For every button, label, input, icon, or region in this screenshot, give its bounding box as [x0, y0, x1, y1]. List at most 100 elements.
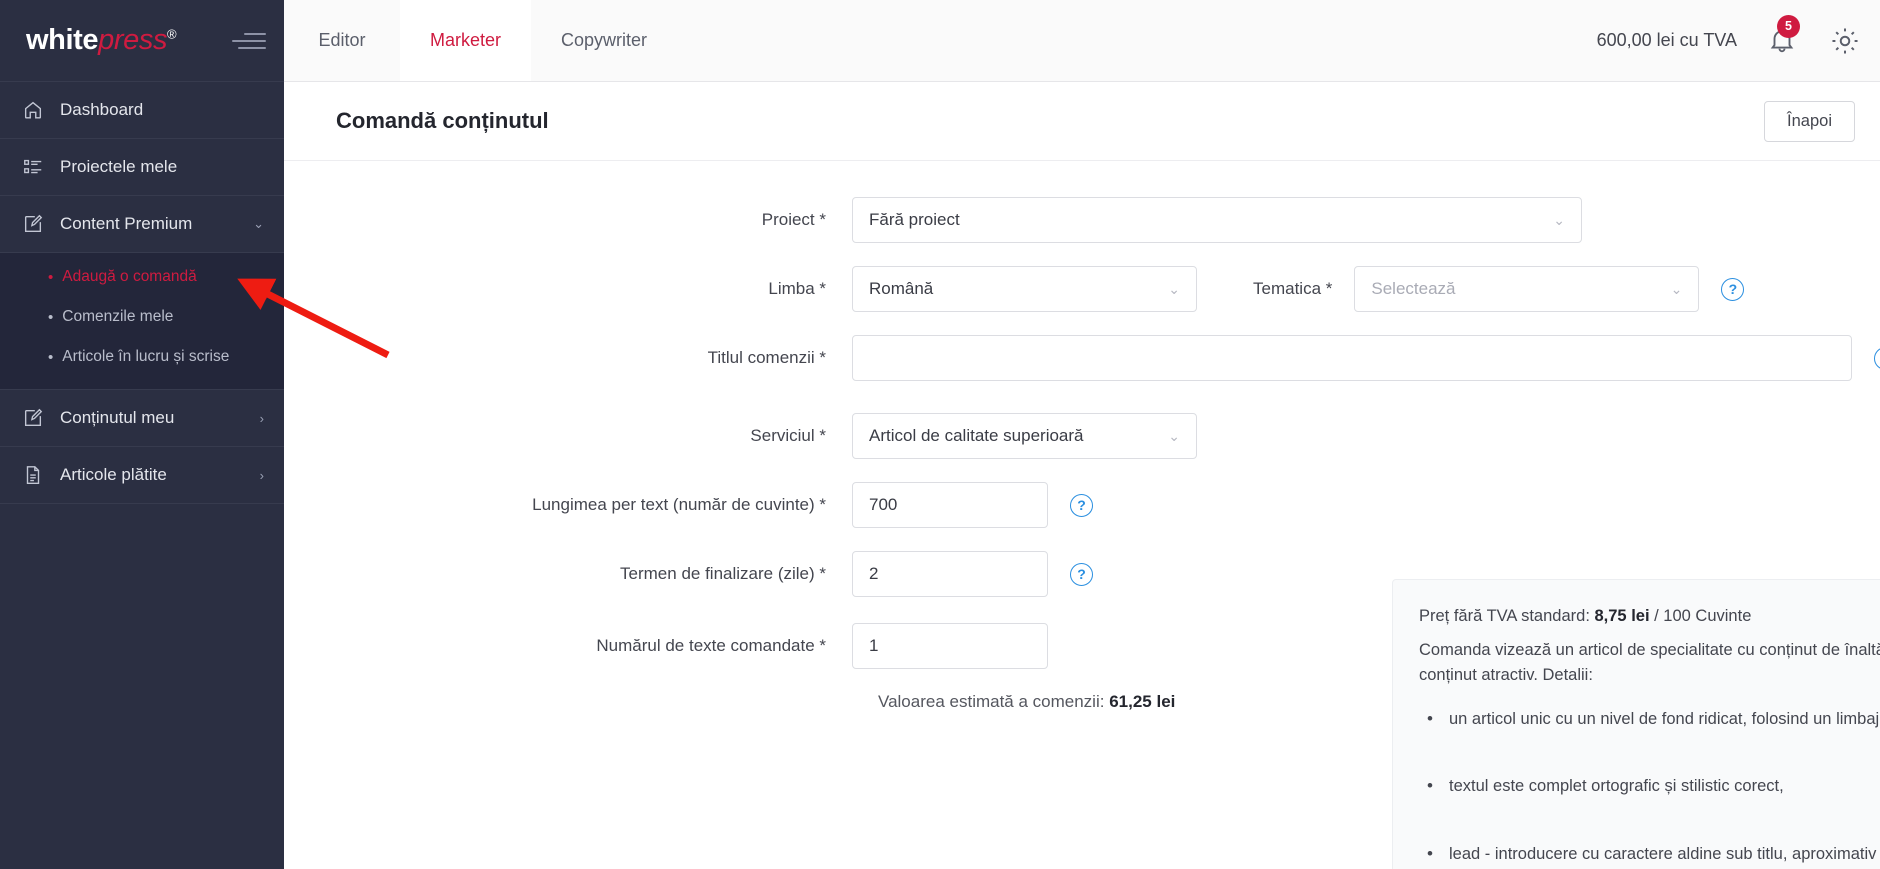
- logo-registered-mark: ®: [167, 26, 177, 42]
- estimate-amount: 61,25 lei: [1109, 692, 1176, 711]
- deadline-value: 2: [869, 564, 879, 583]
- price-label: Preț fără TVA standard:: [1419, 607, 1590, 625]
- sidebar-brand: whitepress®: [0, 0, 284, 82]
- order-title-help-icon[interactable]: ?: [1874, 346, 1880, 370]
- hamburger-menu-icon[interactable]: [232, 32, 266, 49]
- sidebar-submenu-content-premium: • Adaugă o comandă • Comenzile mele • Ar…: [0, 253, 284, 390]
- project-select[interactable]: Fără proiect ⌄: [852, 197, 1582, 243]
- tab-copywriter[interactable]: Copywriter: [531, 0, 677, 81]
- project-label: Proiect *: [761, 210, 826, 229]
- logo-press-part: press: [98, 24, 168, 56]
- price-value: 8,75 lei: [1594, 607, 1650, 625]
- whitepress-logo[interactable]: whitepress®: [26, 24, 177, 57]
- list-icon: [22, 156, 44, 178]
- form-row-language-topic: Limba * Română ⌄ Tematica * Selectează ⌄…: [284, 266, 1880, 312]
- sidebar-item-articole-platite[interactable]: Articole plătite ›: [0, 447, 284, 504]
- sidebar-item-label: Content Premium: [60, 214, 193, 233]
- topic-select[interactable]: Selectează ⌄: [1354, 266, 1700, 312]
- topic-help-icon[interactable]: ?: [1721, 277, 1745, 301]
- sidebar-subitem-adauga-o-comanda[interactable]: • Adaugă o comandă: [0, 257, 284, 297]
- edit-square-icon: [22, 407, 44, 429]
- sidebar-item-label: Dashboard: [60, 100, 144, 119]
- notification-badge: 5: [1777, 14, 1800, 38]
- home-icon: [22, 99, 44, 121]
- length-input[interactable]: 700: [852, 482, 1048, 528]
- tab-editor[interactable]: Editor: [284, 0, 400, 81]
- chevron-down-icon: ⌄: [1168, 427, 1180, 444]
- project-selected-value: Fără proiect: [869, 210, 960, 229]
- logo-white-part: white: [26, 24, 99, 56]
- order-form: Proiect * Fără proiect ⌄ Limba * Română …: [284, 161, 1880, 869]
- sidebar-item-label: Articole plătite: [60, 465, 167, 484]
- sidebar-subitem-comenzile-mele[interactable]: • Comenzile mele: [0, 297, 284, 337]
- sidebar-subitem-label: Comenzile mele: [62, 308, 174, 325]
- length-label: Lungimea per text (număr de cuvinte) *: [532, 495, 826, 514]
- page-header: Comandă conținutul Înapoi: [284, 82, 1880, 161]
- service-selected-value: Articol de calitate superioară: [869, 426, 1084, 445]
- estimate-label: Valoarea estimată a comenzii:: [878, 692, 1105, 711]
- sidebar-item-label: Conținutul meu: [60, 408, 175, 427]
- form-row-length: Lungimea per text (număr de cuvinte) * 7…: [284, 482, 1880, 528]
- page-title: Comandă conținutul: [336, 108, 549, 133]
- order-title-field[interactable]: [852, 335, 1852, 381]
- sidebar-item-proiectele-mele[interactable]: Proiectele mele: [0, 139, 284, 196]
- bullet-icon: •: [48, 348, 54, 366]
- sidebar-subitem-label: Adaugă o comandă: [62, 268, 197, 285]
- sidebar-item-label: Proiectele mele: [60, 157, 178, 176]
- chevron-down-icon: ⌄: [1670, 280, 1683, 297]
- account-balance: 600,00 lei cu TVA: [1596, 30, 1737, 50]
- list-item: un articol unic cu un nivel de fond ridi…: [1419, 706, 1880, 733]
- deadline-help-icon[interactable]: ?: [1070, 562, 1093, 586]
- service-info-panel: Preț fără TVA standard: 8,75 lei / 100 C…: [1392, 579, 1880, 869]
- sidebar-subitem-articole-in-lucru-si-scrise[interactable]: • Articole în lucru și scrise: [0, 337, 284, 377]
- list-item: textul este complet ortografic și stilis…: [1419, 773, 1880, 800]
- list-item: lead - introducere cu caractere aldine s…: [1419, 841, 1880, 869]
- form-row-project: Proiect * Fără proiect ⌄: [284, 197, 1880, 243]
- tab-marketer[interactable]: Marketer: [400, 0, 532, 81]
- chevron-down-icon: ⌄: [1553, 211, 1565, 228]
- bullet-icon: •: [48, 268, 54, 286]
- price-line: Preț fără TVA standard: 8,75 lei / 100 C…: [1419, 604, 1880, 630]
- role-tabs: Editor Marketer Copywriter: [284, 0, 677, 81]
- sidebar-item-dashboard[interactable]: Dashboard: [0, 82, 284, 139]
- deadline-input[interactable]: 2: [852, 551, 1048, 597]
- sidebar-item-continutul-meu[interactable]: Conținutul meu ›: [0, 390, 284, 447]
- count-value: 1: [869, 636, 879, 655]
- chevron-down-icon: ⌄: [1168, 280, 1180, 297]
- edit-square-icon: [22, 213, 44, 235]
- settings-button[interactable]: [1829, 25, 1861, 57]
- chevron-right-icon: ›: [259, 467, 264, 483]
- back-button[interactable]: Înapoi: [1764, 100, 1855, 142]
- document-icon: [22, 464, 44, 486]
- sidebar-item-content-premium[interactable]: Content Premium ⌄: [0, 196, 284, 253]
- price-unit: / 100 Cuvinte: [1654, 607, 1752, 625]
- service-feature-list: un articol unic cu un nivel de fond ridi…: [1419, 706, 1880, 869]
- chevron-right-icon: ›: [259, 410, 264, 426]
- topbar-right-group: 600,00 lei cu TVA 5: [1597, 0, 1880, 81]
- gear-icon: [1832, 27, 1858, 54]
- order-title-label: Titlul comenzii *: [707, 348, 826, 367]
- chevron-down-icon: ⌄: [253, 216, 264, 231]
- form-row-order-title: Titlul comenzii * ?: [284, 335, 1880, 381]
- service-description: Comanda vizează un articol de specialita…: [1419, 640, 1880, 685]
- deadline-label: Termen de finalizare (zile) *: [620, 564, 826, 583]
- sidebar-subitem-label: Articole în lucru și scrise: [62, 348, 230, 365]
- form-row-service: Serviciul * Articol de calitate superioa…: [284, 413, 1880, 459]
- language-selected-value: Română: [869, 279, 934, 298]
- app-root: whitepress® Dashboard Proiectele mele Co…: [0, 0, 1880, 869]
- count-input[interactable]: 1: [852, 623, 1048, 669]
- topbar: Editor Marketer Copywriter 600,00 lei cu…: [284, 0, 1880, 82]
- count-label: Numărul de texte comandate *: [596, 636, 826, 655]
- language-label: Limba *: [768, 279, 826, 298]
- length-value: 700: [869, 495, 898, 514]
- bullet-icon: •: [48, 308, 54, 326]
- topic-label: Tematica *: [1253, 279, 1333, 298]
- service-select[interactable]: Articol de calitate superioară ⌄: [852, 413, 1197, 459]
- language-select[interactable]: Română ⌄: [852, 266, 1197, 312]
- notifications-button[interactable]: 5: [1767, 14, 1800, 58]
- length-help-icon[interactable]: ?: [1070, 493, 1093, 517]
- sidebar: whitepress® Dashboard Proiectele mele Co…: [0, 0, 284, 869]
- service-label: Serviciul *: [750, 426, 826, 445]
- main-area: Editor Marketer Copywriter 600,00 lei cu…: [284, 0, 1880, 869]
- topic-placeholder: Selectează: [1371, 279, 1456, 298]
